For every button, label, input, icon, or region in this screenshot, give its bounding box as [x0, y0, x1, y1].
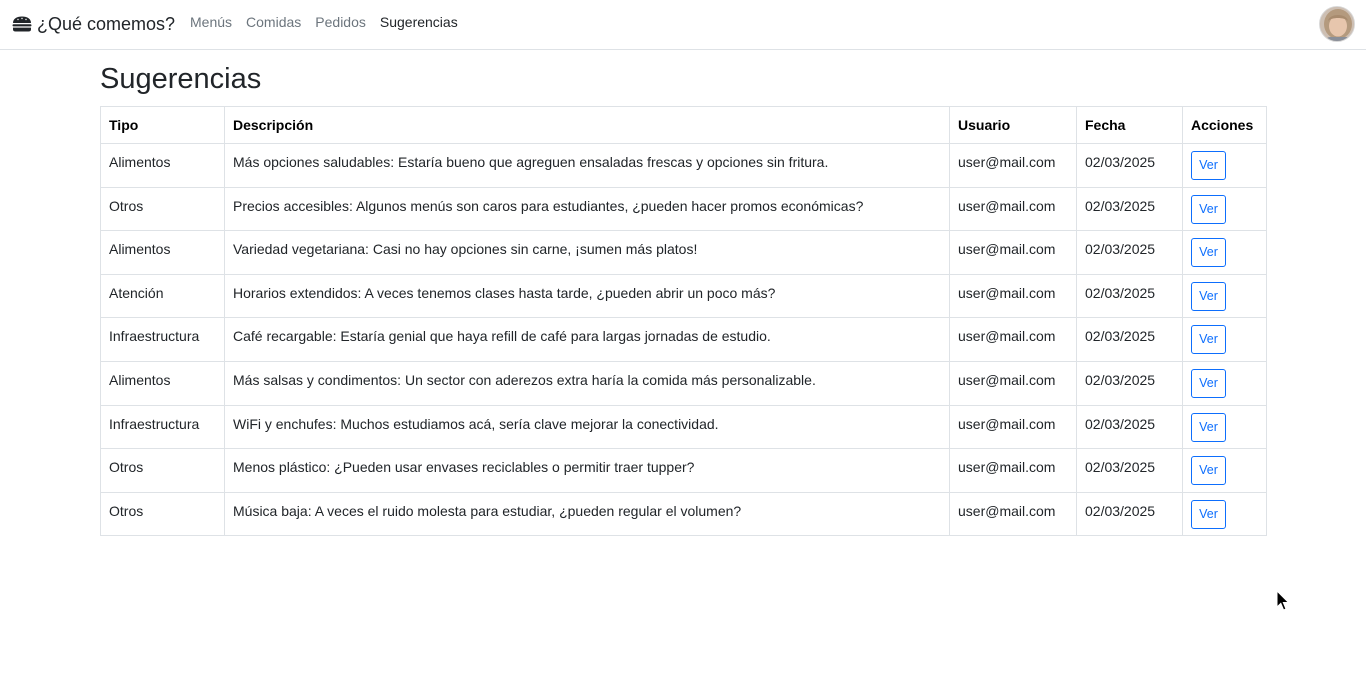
ver-button[interactable]: Ver — [1191, 238, 1226, 268]
ver-button[interactable]: Ver — [1191, 194, 1226, 224]
ver-button[interactable]: Ver — [1191, 499, 1226, 529]
cell-usuario: user@mail.com — [949, 143, 1077, 188]
table-row: Atención Horarios extendidos: A veces te… — [100, 273, 1267, 319]
cell-descripcion: Variedad vegetariana: Casi no hay opcion… — [224, 230, 950, 275]
cell-fecha: 02/03/2025 — [1076, 186, 1183, 232]
cell-usuario: user@mail.com — [949, 230, 1077, 275]
table-header-row: Tipo Descripción Usuario Fecha Acciones — [100, 106, 1267, 144]
ver-button[interactable]: Ver — [1191, 412, 1226, 442]
nav-item-pedidos[interactable]: Pedidos — [315, 14, 366, 30]
cell-acciones: Ver — [1182, 273, 1267, 319]
cell-usuario: user@mail.com — [949, 404, 1077, 450]
brand-title: ¿Qué comemos? — [37, 13, 176, 34]
header-usuario: Usuario — [949, 106, 1077, 144]
cell-acciones: Ver — [1182, 317, 1267, 362]
cell-usuario: user@mail.com — [949, 448, 1077, 493]
header-acciones: Acciones — [1182, 106, 1267, 144]
cell-tipo: Infraestructura — [100, 317, 225, 362]
nav-item-sugerencias[interactable]: Sugerencias — [380, 14, 458, 30]
cell-fecha: 02/03/2025 — [1076, 230, 1183, 275]
header-fecha: Fecha — [1076, 106, 1183, 144]
cell-acciones: Ver — [1182, 491, 1267, 537]
nav-item-menus[interactable]: Menús — [190, 14, 232, 30]
cell-descripcion: WiFi y enchufes: Muchos estudiamos acá, … — [224, 404, 950, 450]
ver-button[interactable]: Ver — [1191, 281, 1226, 311]
cell-acciones: Ver — [1182, 360, 1267, 406]
cell-fecha: 02/03/2025 — [1076, 317, 1183, 362]
cell-fecha: 02/03/2025 — [1076, 491, 1183, 537]
cell-fecha: 02/03/2025 — [1076, 404, 1183, 450]
cell-tipo: Alimentos — [100, 143, 225, 188]
cell-descripcion: Precios accesibles: Algunos menús son ca… — [224, 186, 950, 232]
cell-fecha: 02/03/2025 — [1076, 448, 1183, 493]
table-row: Otros Música baja: A veces el ruido mole… — [100, 491, 1267, 537]
cell-tipo: Atención — [100, 273, 225, 319]
cell-tipo: Otros — [100, 491, 225, 537]
cell-fecha: 02/03/2025 — [1076, 360, 1183, 406]
user-avatar[interactable] — [1319, 6, 1355, 42]
cell-tipo: Alimentos — [100, 230, 225, 275]
cell-usuario: user@mail.com — [949, 186, 1077, 232]
cell-fecha: 02/03/2025 — [1076, 273, 1183, 319]
cell-fecha: 02/03/2025 — [1076, 143, 1183, 188]
mouse-pointer-icon — [1276, 589, 1290, 612]
ver-button[interactable]: Ver — [1191, 456, 1226, 486]
page-title: Sugerencias — [100, 63, 262, 95]
burger-icon — [12, 16, 32, 32]
cell-usuario: user@mail.com — [949, 273, 1077, 319]
header-descripcion: Descripción — [224, 106, 950, 144]
header-tipo: Tipo — [100, 106, 225, 144]
cell-tipo: Alimentos — [100, 360, 225, 406]
cell-descripcion: Menos plástico: ¿Pueden usar envases rec… — [224, 448, 950, 493]
cell-tipo: Otros — [100, 448, 225, 493]
cell-descripcion: Más salsas y condimentos: Un sector con … — [224, 360, 950, 406]
table-row: Alimentos Más salsas y condimentos: Un s… — [100, 360, 1267, 406]
cell-tipo: Otros — [100, 186, 225, 232]
table-row: Alimentos Variedad vegetariana: Casi no … — [100, 230, 1267, 275]
ver-button[interactable]: Ver — [1191, 151, 1226, 180]
table-row: Infraestructura Café recargable: Estaría… — [100, 317, 1267, 362]
cell-acciones: Ver — [1182, 186, 1267, 232]
cell-acciones: Ver — [1182, 448, 1267, 493]
cell-acciones: Ver — [1182, 143, 1267, 188]
cell-descripcion: Más opciones saludables: Estaría bueno q… — [224, 143, 950, 188]
ver-button[interactable]: Ver — [1191, 325, 1226, 355]
table-row: Otros Precios accesibles: Algunos menús … — [100, 186, 1267, 232]
cell-usuario: user@mail.com — [949, 491, 1077, 537]
cell-descripcion: Música baja: A veces el ruido molesta pa… — [224, 491, 950, 537]
cell-tipo: Infraestructura — [100, 404, 225, 450]
suggestions-table: Tipo Descripción Usuario Fecha Acciones … — [100, 106, 1267, 537]
cell-acciones: Ver — [1182, 404, 1267, 450]
ver-button[interactable]: Ver — [1191, 368, 1226, 398]
table-row: Otros Menos plástico: ¿Pueden usar envas… — [100, 448, 1267, 493]
top-navbar: ¿Qué comemos? Menús Comidas Pedidos Suge… — [0, 0, 1366, 50]
table-row: Infraestructura WiFi y enchufes: Muchos … — [100, 404, 1267, 450]
nav-item-comidas[interactable]: Comidas — [246, 14, 301, 30]
cell-usuario: user@mail.com — [949, 317, 1077, 362]
cell-descripcion: Horarios extendidos: A veces tenemos cla… — [224, 273, 950, 319]
cell-usuario: user@mail.com — [949, 360, 1077, 406]
main-nav: Menús Comidas Pedidos Sugerencias — [190, 14, 472, 30]
cell-descripcion: Café recargable: Estaría genial que haya… — [224, 317, 950, 362]
brand-link[interactable]: ¿Qué comemos? — [12, 11, 175, 37]
cell-acciones: Ver — [1182, 230, 1267, 275]
table-row: Alimentos Más opciones saludables: Estar… — [100, 143, 1267, 188]
